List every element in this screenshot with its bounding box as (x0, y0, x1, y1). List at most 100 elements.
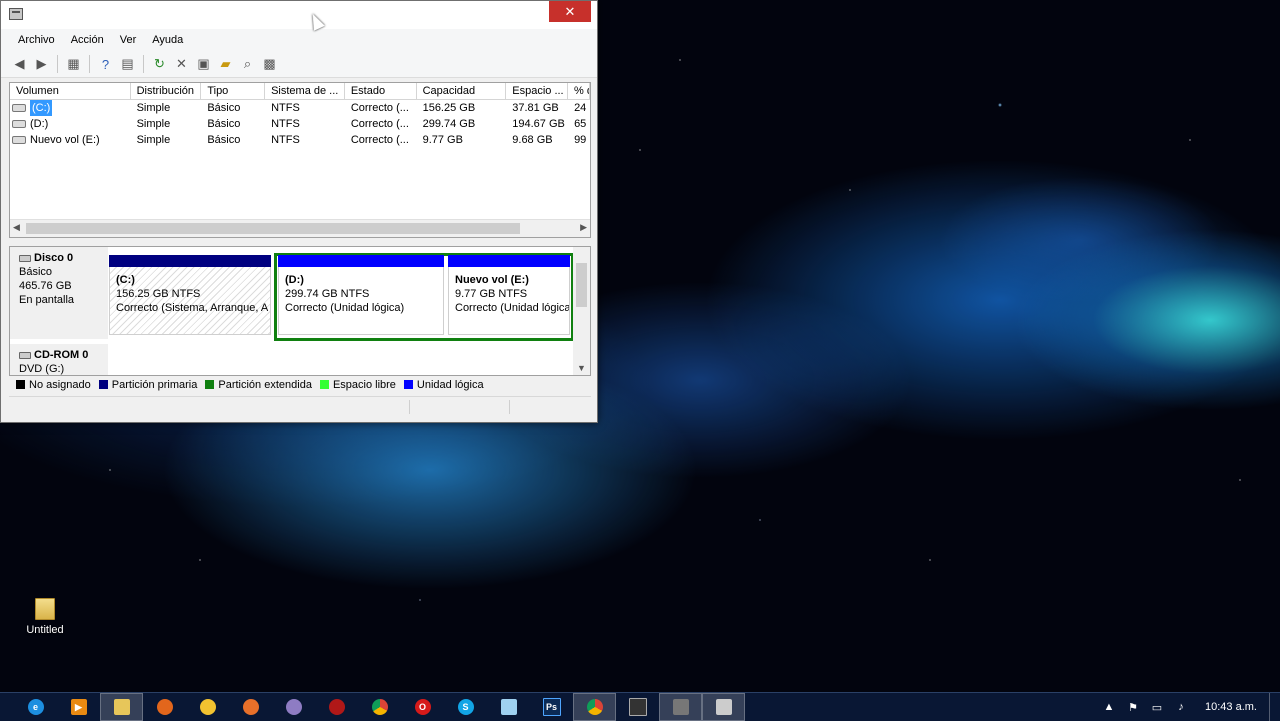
export-icon[interactable]: ▩ (260, 55, 279, 74)
close-button[interactable]: ✕ (549, 1, 591, 22)
partition-size: 299.74 GB NTFS (285, 288, 370, 300)
menu-ver[interactable]: Ver (112, 29, 145, 51)
partition-name: Nuevo vol (E:) (455, 274, 529, 286)
chrome-icon (371, 699, 388, 715)
skype-button[interactable]: S (444, 693, 487, 721)
open-folder-icon[interactable]: ▰ (216, 55, 235, 74)
forward-arrow-icon[interactable]: ▶ (32, 55, 51, 74)
chrome-icon (586, 699, 603, 715)
firefox-button[interactable] (143, 693, 186, 721)
cell-free: 9.68 GB (512, 134, 553, 146)
legend-label: Partición primaria (111, 378, 198, 391)
toolbar: ◀ ▶ ▦ ? ▤ ↻ ✕ ▣ ▰ ⌕ ▩ (1, 51, 597, 78)
cell-type: Básico (207, 134, 241, 146)
column-header-distribucion[interactable]: Distribución (131, 83, 202, 99)
partition-e[interactable]: Nuevo vol (E:) 9.77 GB NTFS Correcto (Un… (448, 255, 570, 339)
column-header-estado[interactable]: Estado (345, 83, 417, 99)
tool-button[interactable] (659, 693, 702, 721)
skype-icon: S (457, 699, 474, 715)
scroll-right-icon[interactable]: ▶ (580, 222, 587, 233)
back-arrow-icon[interactable]: ◀ (10, 55, 29, 74)
opera-button[interactable]: O (401, 693, 444, 721)
disk-0-info[interactable]: Disco 0 Básico 465.76 GB En pantalla (10, 247, 108, 339)
menu-archivo[interactable]: Archivo (10, 29, 63, 51)
search-icon[interactable]: ⌕ (238, 55, 257, 74)
scroll-down-icon[interactable]: ▼ (577, 363, 586, 373)
flag-icon[interactable]: ⚑ (1121, 701, 1145, 714)
cell-capacity: 156.25 GB (422, 102, 476, 114)
column-header-espacio[interactable]: Espacio ... (506, 83, 569, 99)
legend-swatch (16, 380, 25, 389)
legend-item: Espacio libre (319, 378, 396, 391)
file-explorer-icon (113, 699, 130, 715)
partition-name: (C:) (116, 274, 135, 286)
notepad-button[interactable] (487, 693, 530, 721)
network-icon[interactable]: ▭ (1145, 701, 1169, 714)
refresh-icon[interactable]: ↻ (150, 55, 169, 74)
show-desktop-button[interactable] (1269, 693, 1280, 721)
volume-list[interactable]: Volumen Distribución Tipo Sistema de ...… (9, 82, 591, 238)
cell-percent: 65 (574, 118, 587, 130)
column-header-sistema[interactable]: Sistema de ... (265, 83, 345, 99)
horizontal-scrollbar[interactable]: ◀ ▶ (10, 219, 590, 237)
cell-filesystem: NTFS (271, 118, 300, 130)
menu-ayuda[interactable]: Ayuda (144, 29, 191, 51)
scroll-left-icon[interactable]: ◀ (13, 222, 20, 233)
volume-icon[interactable]: ♪ (1169, 701, 1193, 713)
app-yellow-icon (199, 699, 216, 715)
column-header-capacidad[interactable]: Capacidad (417, 83, 507, 99)
legend-label: Espacio libre (332, 378, 396, 391)
disk-management-window[interactable]: ✕ Archivo Acción Ver Ayuda ◀ ▶ ▦ ? ▤ ↻ ✕… (0, 0, 598, 423)
scroll-thumb[interactable] (576, 263, 587, 307)
clock[interactable]: 10:43 a.m. (1193, 701, 1269, 713)
menu-bar: Archivo Acción Ver Ayuda (1, 29, 597, 51)
legend-label: Unidad lógica (416, 378, 484, 391)
table-row[interactable]: (C:) Simple Básico NTFS Correcto (... 15… (10, 100, 590, 116)
drive-icon (12, 120, 26, 128)
app-red-button[interactable] (315, 693, 358, 721)
help-icon[interactable]: ? (96, 55, 115, 74)
partition-d[interactable]: (D:) 299.74 GB NTFS Correcto (Unidad lóg… (278, 255, 444, 339)
chrome-button[interactable] (358, 693, 401, 721)
legend-label: No asignado (29, 378, 91, 391)
toolbar-separator (89, 55, 90, 73)
console-button[interactable] (616, 693, 659, 721)
photoshop-button[interactable]: Ps (530, 693, 573, 721)
properties-icon[interactable]: ▤ (118, 55, 137, 74)
console-tree-icon[interactable]: ▦ (64, 55, 83, 74)
scroll-thumb[interactable] (26, 223, 520, 234)
chrome-button-active[interactable] (573, 693, 616, 721)
media-player-button[interactable]: ▶ (57, 693, 100, 721)
column-header-volumen[interactable]: Volumen (10, 83, 131, 99)
properties-sheet-icon[interactable]: ▣ (194, 55, 213, 74)
cdrom-0-info[interactable]: CD-ROM 0 DVD (G:) (10, 344, 108, 375)
disk-map[interactable]: Disco 0 Básico 465.76 GB En pantalla (C:… (9, 246, 591, 376)
column-header-porcentaje[interactable]: % d (568, 83, 590, 99)
disk-management-button[interactable] (702, 693, 745, 721)
vertical-scrollbar[interactable]: ▼ (573, 247, 590, 375)
volume-name: Nuevo vol (E:) (30, 134, 100, 146)
file-explorer-button[interactable] (100, 693, 143, 721)
internet-explorer-button[interactable]: e (14, 693, 57, 721)
app-purple-button[interactable] (272, 693, 315, 721)
delete-icon[interactable]: ✕ (172, 55, 191, 74)
cell-filesystem: NTFS (271, 134, 300, 146)
partition-bar (278, 255, 444, 267)
menu-accion[interactable]: Acción (63, 29, 112, 51)
disk-management-icon (715, 699, 732, 715)
column-header-tipo[interactable]: Tipo (201, 83, 266, 99)
desktop-folder-untitled[interactable]: Untitled (18, 598, 72, 636)
legend-item: Partición extendida (205, 379, 312, 391)
title-bar[interactable]: ✕ (1, 1, 597, 29)
show-hidden-icons-icon[interactable]: ▲ (1097, 701, 1121, 713)
app-orange-button[interactable] (229, 693, 272, 721)
table-row[interactable]: (D:) Simple Básico NTFS Correcto (... 29… (10, 116, 590, 132)
hard-disk-icon (19, 254, 31, 262)
app-yellow-button[interactable] (186, 693, 229, 721)
partition-c[interactable]: (C:) 156.25 GB NTFS Correcto (Sistema, A… (109, 255, 271, 339)
app-red-icon (328, 699, 345, 715)
cell-status: Correcto (... (350, 102, 409, 114)
firefox-icon (156, 699, 173, 715)
table-row[interactable]: Nuevo vol (E:) Simple Básico NTFS Correc… (10, 132, 590, 148)
volume-name: (D:) (30, 118, 49, 130)
